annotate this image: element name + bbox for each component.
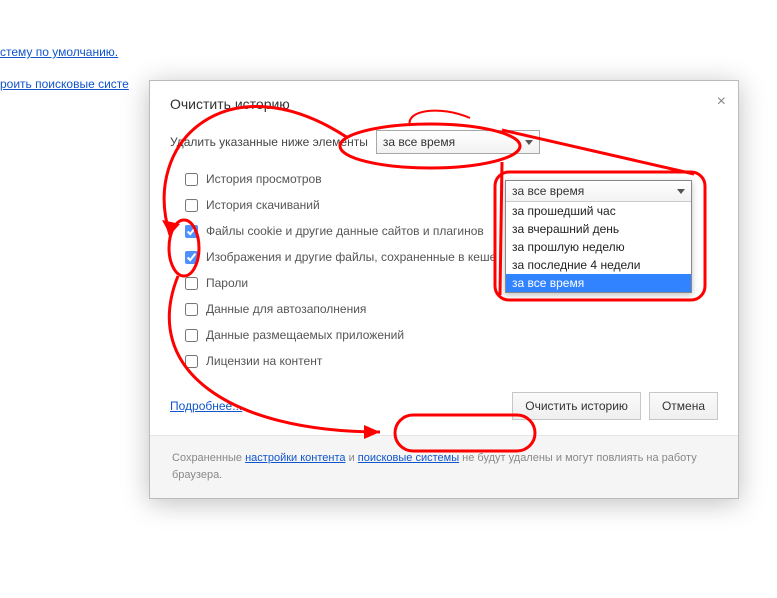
- data-type-label: Пароли: [206, 276, 248, 290]
- time-range-dropdown: за все время за прошедший часза вчерашни…: [505, 180, 692, 293]
- data-type-label: Файлы cookie и другие данные сайтов и пл…: [206, 224, 484, 238]
- data-type-checkbox[interactable]: [185, 251, 198, 264]
- data-type-item: Данные для автозаполнения: [170, 296, 718, 322]
- background-links: стему по умолчанию. роить поисковые сист…: [0, 40, 129, 104]
- data-type-label: История скачиваний: [206, 198, 320, 212]
- dropdown-item[interactable]: за вчерашний день: [506, 220, 691, 238]
- dropdown-item[interactable]: за последние 4 недели: [506, 256, 691, 274]
- time-range-value: за все время: [383, 135, 455, 149]
- dropdown-item[interactable]: за прошедший час: [506, 202, 691, 220]
- dropdown-header[interactable]: за все время: [506, 181, 691, 202]
- time-range-label: Удалить указанные ниже элементы: [170, 135, 368, 149]
- data-type-item: Данные размещаемых приложений: [170, 322, 718, 348]
- data-type-checkbox[interactable]: [185, 199, 198, 212]
- data-type-label: Данные для автозаполнения: [206, 302, 366, 316]
- data-type-checkbox[interactable]: [185, 225, 198, 238]
- dropdown-list: за прошедший часза вчерашний деньза прош…: [506, 202, 691, 292]
- dropdown-item[interactable]: за прошлую неделю: [506, 238, 691, 256]
- data-type-item: Лицензии на контент: [170, 348, 718, 374]
- dialog-header: Очистить историю ×: [150, 81, 738, 122]
- cancel-button[interactable]: Отмена: [649, 392, 718, 420]
- footer-text-pre: Сохраненные: [172, 452, 245, 464]
- chevron-down-icon: [677, 189, 685, 194]
- bg-link-default-system[interactable]: стему по умолчанию.: [0, 40, 129, 64]
- bg-link-search-systems[interactable]: роить поисковые систе: [0, 72, 129, 96]
- dropdown-item[interactable]: за все время: [506, 274, 691, 292]
- clear-history-button[interactable]: Очистить историю: [512, 392, 641, 420]
- dropdown-header-value: за все время: [512, 184, 584, 198]
- data-type-label: История просмотров: [206, 172, 322, 186]
- close-icon[interactable]: ×: [717, 93, 726, 111]
- data-type-checkbox[interactable]: [185, 173, 198, 186]
- data-type-checkbox[interactable]: [185, 303, 198, 316]
- footer-text-mid: и: [346, 452, 358, 464]
- data-type-label: Лицензии на контент: [206, 354, 322, 368]
- data-type-checkbox[interactable]: [185, 355, 198, 368]
- data-type-label: Изображения и другие файлы, сохраненные …: [206, 250, 496, 264]
- dialog-footer: Сохраненные настройки контента и поисков…: [150, 435, 738, 498]
- data-type-label: Данные размещаемых приложений: [206, 328, 404, 342]
- footer-link-search-engines[interactable]: поисковые системы: [358, 452, 459, 464]
- footer-link-content-settings[interactable]: настройки контента: [245, 452, 345, 464]
- chevron-down-icon: [525, 140, 533, 145]
- dialog-title: Очистить историю: [170, 96, 290, 112]
- data-type-checkbox[interactable]: [185, 277, 198, 290]
- data-type-checkbox[interactable]: [185, 329, 198, 342]
- action-row: Подробнее... Очистить историю Отмена: [170, 392, 718, 420]
- time-range-row: Удалить указанные ниже элементы за все в…: [170, 130, 718, 154]
- learn-more-link[interactable]: Подробнее...: [170, 399, 242, 413]
- time-range-select[interactable]: за все время: [376, 130, 540, 154]
